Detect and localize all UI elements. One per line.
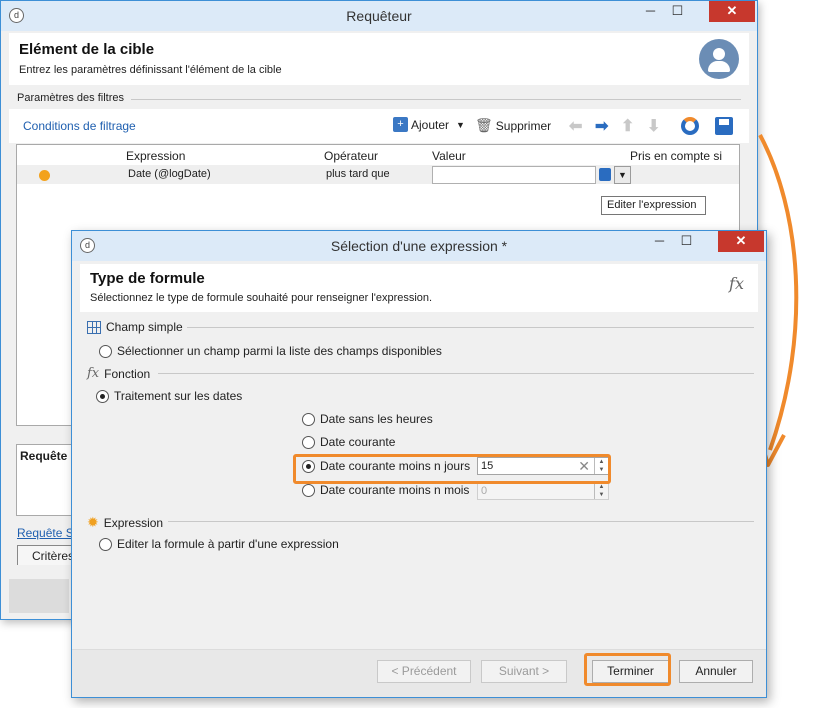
- dialog-maximize-icon[interactable]: ☐: [673, 231, 700, 252]
- header-panel: Elément de la cible Entrez les paramètre…: [9, 33, 749, 85]
- chevron-down-icon[interactable]: ▼: [456, 120, 465, 130]
- section-expression: ✹ Expression: [87, 514, 168, 531]
- radio-dates[interactable]: Traitement sur les dates: [96, 389, 242, 403]
- value-input[interactable]: [432, 166, 596, 184]
- dialog-heading: Type de formule: [90, 270, 205, 287]
- gear-icon: ✹: [87, 514, 99, 530]
- section-function: fx Fonction: [87, 366, 155, 381]
- edit-expression-icon[interactable]: [599, 168, 611, 181]
- arrow-right-icon[interactable]: ➡: [595, 116, 608, 136]
- table-row[interactable]: Date (@logDate) plus tard que ▼: [17, 165, 739, 184]
- filter-toolbar: Conditions de filtrage + Ajouter ▼ 🗑 Sup…: [9, 109, 749, 143]
- fx-small-icon: fx: [87, 366, 100, 381]
- radio-date-no-hours[interactable]: Date sans les heures: [302, 412, 433, 426]
- radio-date-no-hours-icon[interactable]: [302, 412, 315, 426]
- cancel-button[interactable]: Annuler: [679, 660, 753, 683]
- months-stepper[interactable]: ▲ ▼: [594, 483, 608, 499]
- radio-date-minus-months-icon[interactable]: [302, 483, 315, 497]
- highlight-frame: [293, 454, 611, 484]
- radio-simple-field[interactable]: Sélectionner un champ parmi la liste des…: [99, 344, 442, 358]
- column-expression[interactable]: Expression: [126, 149, 185, 163]
- column-condition[interactable]: Pris en compte si: [630, 149, 722, 163]
- grid-icon: [87, 320, 101, 334]
- add-label: Ajouter: [411, 117, 450, 132]
- radio-expression[interactable]: Editer la formule à partir d'une express…: [99, 537, 339, 551]
- row-operator: plus tard que: [326, 168, 390, 180]
- main-titlebar: d Requêteur ─ ☐ ✕: [1, 1, 757, 31]
- arrow-left-icon[interactable]: ⬅: [569, 116, 582, 136]
- add-icon: +: [393, 117, 408, 132]
- trash-icon: 🗑: [475, 117, 493, 133]
- section-simple-label: Champ simple: [106, 320, 183, 334]
- radio-expression-label: Editer la formule à partir d'une express…: [117, 537, 339, 551]
- arrow-up-icon[interactable]: ⬆: [621, 116, 634, 136]
- section-simple-field: Champ simple: [87, 320, 187, 334]
- tooltip: Editer l'expression: [601, 196, 706, 215]
- radio-date-minus-months-label: Date courante moins n mois: [320, 483, 470, 497]
- refresh-icon[interactable]: [681, 117, 699, 135]
- fx-icon: fx: [729, 274, 744, 293]
- finish-highlight-frame: [584, 653, 671, 686]
- radio-date-current[interactable]: Date courante: [302, 435, 395, 449]
- section-expression-label: Expression: [103, 515, 164, 530]
- dialog-minimize-icon[interactable]: ─: [646, 231, 673, 252]
- radio-date-current-label: Date courante: [320, 435, 396, 449]
- query-label: Requête :: [20, 449, 75, 463]
- page-title: Elément de la cible: [19, 41, 155, 58]
- minimize-icon[interactable]: ─: [637, 1, 664, 22]
- tab-criteria[interactable]: Critères: [17, 545, 75, 565]
- conditions-link[interactable]: Conditions de filtrage: [23, 119, 136, 133]
- row-expression: Date (@logDate): [128, 168, 211, 180]
- filters-group-label: Paramètres des filtres: [17, 92, 127, 104]
- months-input[interactable]: 0 ▲ ▼: [477, 482, 609, 500]
- radio-simple-label: Sélectionner un champ parmi la liste des…: [117, 344, 442, 358]
- dialog-close-icon[interactable]: ✕: [718, 231, 764, 252]
- user-avatar-icon: [699, 39, 739, 79]
- page-subtitle: Entrez les paramètres définissant l'élém…: [19, 64, 282, 76]
- column-operator[interactable]: Opérateur: [324, 149, 378, 163]
- status-dot-icon: [39, 170, 50, 181]
- arrow-down-icon[interactable]: ⬇: [647, 116, 660, 136]
- radio-expression-icon[interactable]: [99, 537, 112, 551]
- dialog-subtitle: Sélectionnez le type de formule souhaité…: [90, 292, 433, 304]
- query-panel: Requête :: [16, 444, 76, 516]
- value-dropdown-button[interactable]: ▼: [614, 166, 631, 184]
- dialog-header: Type de formule Sélectionnez le type de …: [80, 264, 758, 312]
- delete-button[interactable]: 🗑 Supprimer: [475, 117, 551, 134]
- delete-label: Supprimer: [495, 118, 552, 133]
- radio-date-no-hours-label: Date sans les heures: [320, 412, 433, 426]
- radio-date-current-icon[interactable]: [302, 435, 315, 449]
- radio-date-minus-months[interactable]: Date courante moins n mois: [302, 483, 469, 497]
- footer-area: [9, 579, 69, 613]
- close-icon[interactable]: ✕: [709, 1, 755, 22]
- maximize-icon[interactable]: ☐: [664, 1, 691, 22]
- dialog-titlebar: d Sélection d'une expression * ─ ☐ ✕: [72, 231, 766, 261]
- radio-simple-icon[interactable]: [99, 344, 112, 358]
- previous-button[interactable]: < Précédent: [377, 660, 471, 683]
- add-button[interactable]: + Ajouter ▼: [393, 117, 465, 132]
- months-value: 0: [481, 485, 488, 497]
- radio-dates-icon[interactable]: [96, 389, 109, 403]
- save-icon[interactable]: [715, 117, 733, 135]
- radio-dates-label: Traitement sur les dates: [114, 389, 243, 403]
- section-function-label: Fonction: [104, 366, 151, 381]
- column-value[interactable]: Valeur: [432, 149, 466, 163]
- expression-dialog: d Sélection d'une expression * ─ ☐ ✕ Typ…: [71, 230, 767, 698]
- next-button[interactable]: Suivant >: [481, 660, 567, 683]
